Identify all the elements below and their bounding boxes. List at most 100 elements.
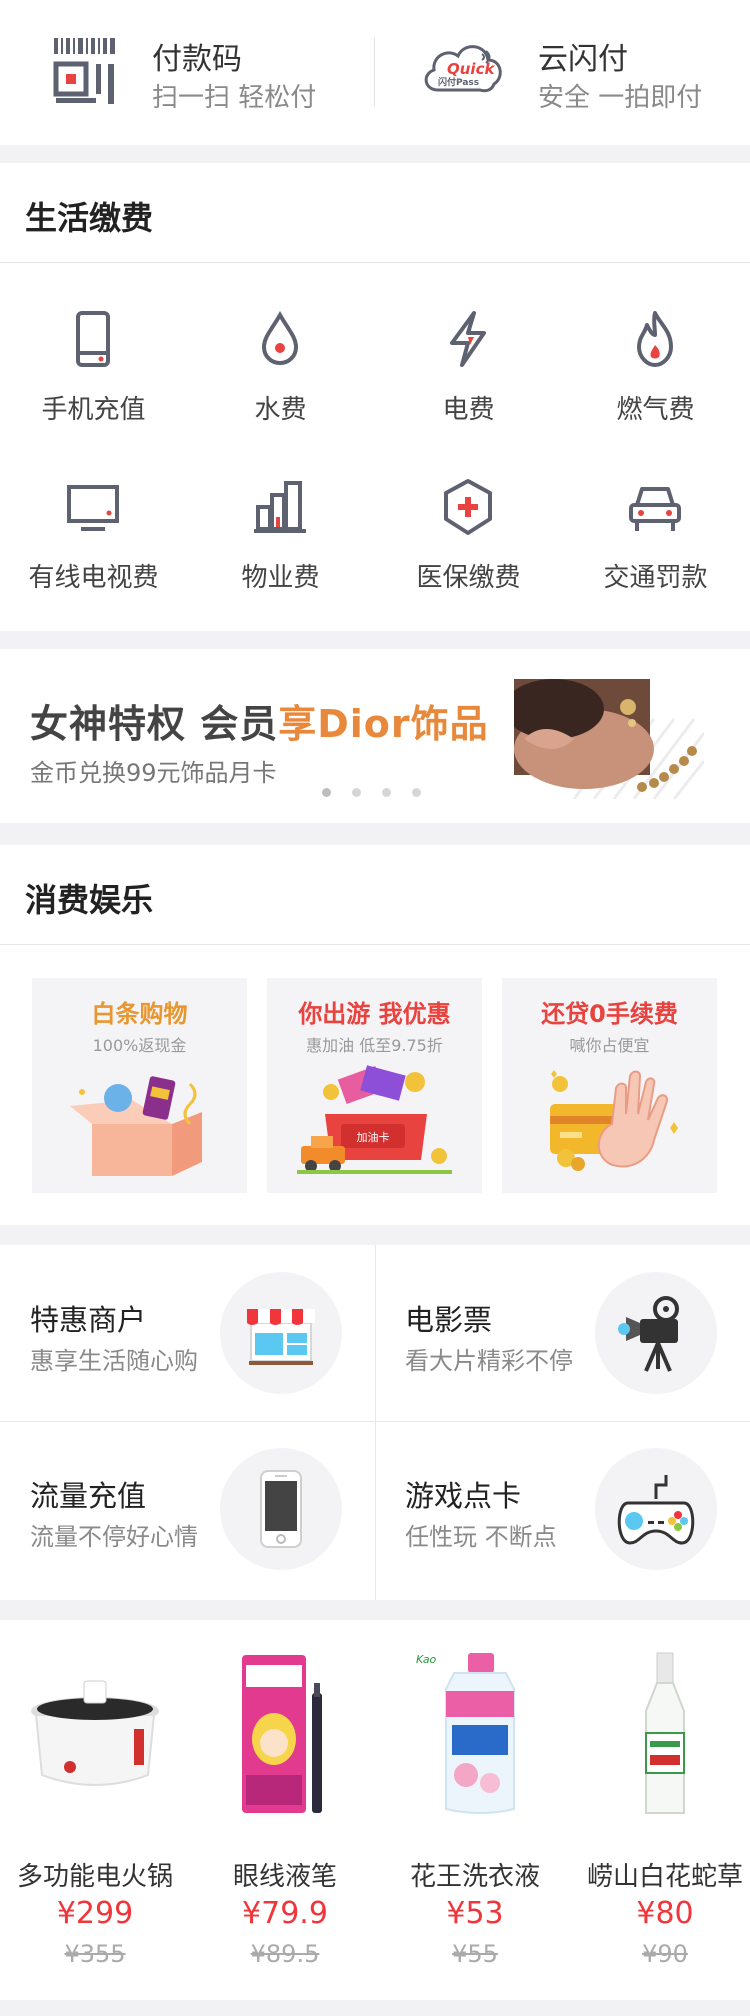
product-price: ¥53 xyxy=(446,1896,504,1931)
smartphone-icon xyxy=(260,1470,302,1548)
hotpot-image xyxy=(31,1680,159,1786)
grid-item-label: 燃气费 xyxy=(616,395,695,425)
movie-camera-icon xyxy=(618,1296,679,1372)
grid-item-label: 手机充值 xyxy=(41,395,146,425)
quickpass-button[interactable]: Quick 闪付Pass 云闪付 安全 一拍即付 xyxy=(375,0,750,145)
services-grid: 特惠商户 惠享生活随心购 电影票 看大片精彩不停 流量充值 流量不停好心情 游戏… xyxy=(0,1245,750,1600)
svg-text:闪付Pass: 闪付Pass xyxy=(438,76,479,88)
consumption-header: 消费娱乐 xyxy=(0,845,750,945)
fuel-card-icon: 加油卡 xyxy=(297,1065,452,1174)
svg-text:Quick: Quick xyxy=(447,60,495,78)
product-card[interactable]: 崂山白花蛇草 ¥80 ¥90 xyxy=(570,1620,750,2000)
product-original-price: ¥55 xyxy=(452,1940,498,1968)
grid-item-label: 交通罚款 xyxy=(603,563,708,593)
service-icon-bg xyxy=(595,1448,717,1570)
service-game-card[interactable]: 游戏点卡 任性玩 不断点 xyxy=(375,1421,750,1597)
quickpass-title: 云闪付 xyxy=(538,42,628,77)
product-carousel: 多功能电火锅 ¥299 ¥355 眼线液笔 ¥79.9 ¥89.5 Kao 花王… xyxy=(0,1620,750,2000)
product-name: 崂山白花蛇草 xyxy=(586,1862,743,1892)
car-icon xyxy=(629,487,681,531)
hand-card-icon xyxy=(550,1070,678,1171)
pagination-dot-active[interactable] xyxy=(322,788,331,797)
product-card[interactable]: Kao 花王洗衣液 ¥53 ¥55 xyxy=(380,1620,570,2000)
grid-item-electricity[interactable]: 电费 xyxy=(375,309,562,469)
promo-subtitle: 100%返现金 xyxy=(92,1036,187,1055)
grid-item-water[interactable]: 水费 xyxy=(187,309,374,469)
banner-title: 女神特权 会员享Dior饰品 xyxy=(30,693,489,748)
life-payment-header: 生活缴费 xyxy=(0,163,750,263)
promo-subtitle: 喊你占便宜 xyxy=(569,1036,650,1055)
pagination-dot[interactable] xyxy=(412,788,421,797)
grid-item-label: 医保缴费 xyxy=(416,563,521,593)
building-icon xyxy=(254,481,306,533)
medical-icon xyxy=(444,479,492,535)
service-merchant[interactable]: 特惠商户 惠享生活随心购 xyxy=(0,1245,375,1421)
life-payment-section: 生活缴费 手机充值 水费 电费 燃气费 有线电视费 物业费 医保缴费 交通罚款 xyxy=(0,163,750,631)
payment-code-button[interactable]: 付款码 扫一扫 轻松付 xyxy=(0,0,375,145)
grid-item-gas[interactable]: 燃气费 xyxy=(562,309,749,469)
detergent-image: Kao xyxy=(416,1653,515,1814)
service-title: 游戏点卡 xyxy=(405,1479,522,1513)
water-drop-icon xyxy=(261,310,299,366)
product-original-price: ¥90 xyxy=(642,1940,688,1968)
promo-card-baitiao[interactable]: 白条购物 100%返现金 xyxy=(32,978,247,1193)
shop-icon xyxy=(247,1309,315,1365)
gift-box-icon xyxy=(70,1076,202,1176)
product-price: ¥79.9 xyxy=(242,1896,328,1931)
phone-icon xyxy=(76,311,110,367)
consumption-section: 消费娱乐 白条购物 100%返现金 你出游 我优惠 惠加油 低至9.75折 加油… xyxy=(0,845,750,1225)
pagination-dot[interactable] xyxy=(382,788,391,797)
promo-title: 白条购物 xyxy=(91,1000,188,1028)
product-name: 多功能电火锅 xyxy=(16,1862,173,1892)
product-price: ¥299 xyxy=(56,1896,134,1931)
grid-item-property[interactable]: 物业费 xyxy=(187,477,374,637)
pagination-dot[interactable] xyxy=(352,788,361,797)
banner-subtitle: 金币兑换99元饰品月卡 xyxy=(30,759,277,787)
service-movie-ticket[interactable]: 电影票 看大片精彩不停 xyxy=(375,1245,750,1421)
grid-item-label: 电费 xyxy=(442,395,495,425)
promo-card-travel[interactable]: 你出游 我优惠 惠加油 低至9.75折 加油卡 xyxy=(267,978,482,1193)
grid-item-label: 物业费 xyxy=(241,563,320,593)
svg-text:Kao: Kao xyxy=(416,1653,437,1666)
promo-subtitle: 惠加油 低至9.75折 xyxy=(306,1036,443,1055)
product-original-price: ¥89.5 xyxy=(250,1940,320,1968)
payment-code-subtitle: 扫一扫 轻松付 xyxy=(152,83,317,113)
service-subtitle: 惠享生活随心购 xyxy=(30,1347,198,1375)
quickpass-subtitle: 安全 一拍即付 xyxy=(538,83,703,113)
grid-item-cable-tv[interactable]: 有线电视费 xyxy=(0,477,187,637)
service-title: 流量充值 xyxy=(30,1479,147,1513)
banner-title-plain: 女神特权 会员 xyxy=(30,702,279,746)
promo-banner[interactable]: 女神特权 会员享Dior饰品 金币兑换99元饰品月卡 xyxy=(0,649,750,823)
grid-item-phone-recharge[interactable]: 手机充值 xyxy=(0,309,187,469)
pay-bar: 付款码 扫一扫 轻松付 Quick 闪付Pass 云闪付 安全 一拍即付 xyxy=(0,0,750,145)
grid-item-traffic-fine[interactable]: 交通罚款 xyxy=(562,477,749,637)
consumption-title: 消费娱乐 xyxy=(25,881,154,919)
service-subtitle: 任性玩 不断点 xyxy=(405,1523,557,1551)
service-icon-bg xyxy=(220,1272,342,1394)
banner-jewelry-image xyxy=(514,679,704,799)
grid-divider xyxy=(375,1245,376,1600)
grid-item-label: 有线电视费 xyxy=(28,563,159,593)
service-title: 特惠商户 xyxy=(30,1303,147,1337)
grid-item-label: 水费 xyxy=(254,395,307,425)
product-name: 花王洗衣液 xyxy=(409,1862,540,1892)
fuel-card-label: 加油卡 xyxy=(357,1130,390,1144)
lightning-icon xyxy=(450,311,486,367)
life-payment-title: 生活缴费 xyxy=(25,199,154,237)
product-card[interactable]: 多功能电火锅 ¥299 ¥355 xyxy=(0,1620,190,2000)
service-icon-bg xyxy=(220,1448,342,1570)
promo-card-loan[interactable]: 还贷0手续费 喊你占便宜 xyxy=(502,978,717,1193)
eyeliner-image xyxy=(242,1655,322,1813)
payment-code-title: 付款码 xyxy=(152,42,242,77)
product-name: 眼线液笔 xyxy=(232,1862,337,1892)
grid-item-medical-insurance[interactable]: 医保缴费 xyxy=(375,477,562,637)
product-card[interactable]: 眼线液笔 ¥79.9 ¥89.5 xyxy=(190,1620,380,2000)
quickpass-logo-icon: Quick 闪付Pass xyxy=(424,45,502,93)
service-subtitle: 看大片精彩不停 xyxy=(405,1347,573,1375)
product-price: ¥80 xyxy=(636,1896,694,1931)
service-data-recharge[interactable]: 流量充值 流量不停好心情 xyxy=(0,1421,375,1597)
service-title: 电影票 xyxy=(405,1303,493,1337)
barcode-icon xyxy=(53,38,115,104)
flame-icon xyxy=(637,311,673,367)
service-icon-bg xyxy=(595,1272,717,1394)
